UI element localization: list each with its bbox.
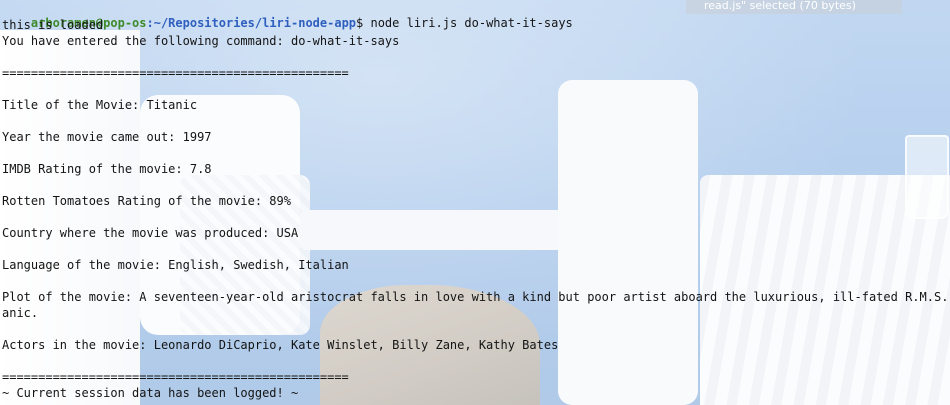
language-line: Language of the movie: English, Swedish,… (2, 258, 349, 272)
rotten-tomatoes-line: Rotten Tomatoes Rating of the movie: 89% (2, 194, 291, 208)
imdb-rating-line: IMDB Rating of the movie: 7.8 (2, 162, 212, 176)
separator-line: ========================================… (2, 370, 349, 384)
movie-title-line: Title of the Movie: Titanic (2, 98, 198, 112)
output-line: You have entered the following command: … (2, 34, 400, 48)
movie-year-line: Year the movie came out: 1997 (2, 130, 212, 144)
separator-line: ========================================… (2, 66, 349, 80)
actors-line: Actors in the movie: Leonardo DiCaprio, … (2, 338, 559, 352)
output-line: this is loaded (2, 18, 104, 32)
plot-line-wrap: anic. (2, 306, 39, 320)
prompt-path: :~/Repositories/liri-node-app (146, 16, 357, 30)
command-text: node liri.js do-what-it-says (363, 16, 573, 30)
country-line: Country where the movie was produced: US… (2, 226, 299, 240)
session-logged-line: ~ Current session data has been logged! … (2, 386, 299, 400)
terminal-output[interactable]: arboramen@pop-os:~/Repositories/liri-nod… (0, 0, 950, 405)
plot-line: Plot of the movie: A seventeen-year-old … (2, 290, 950, 304)
